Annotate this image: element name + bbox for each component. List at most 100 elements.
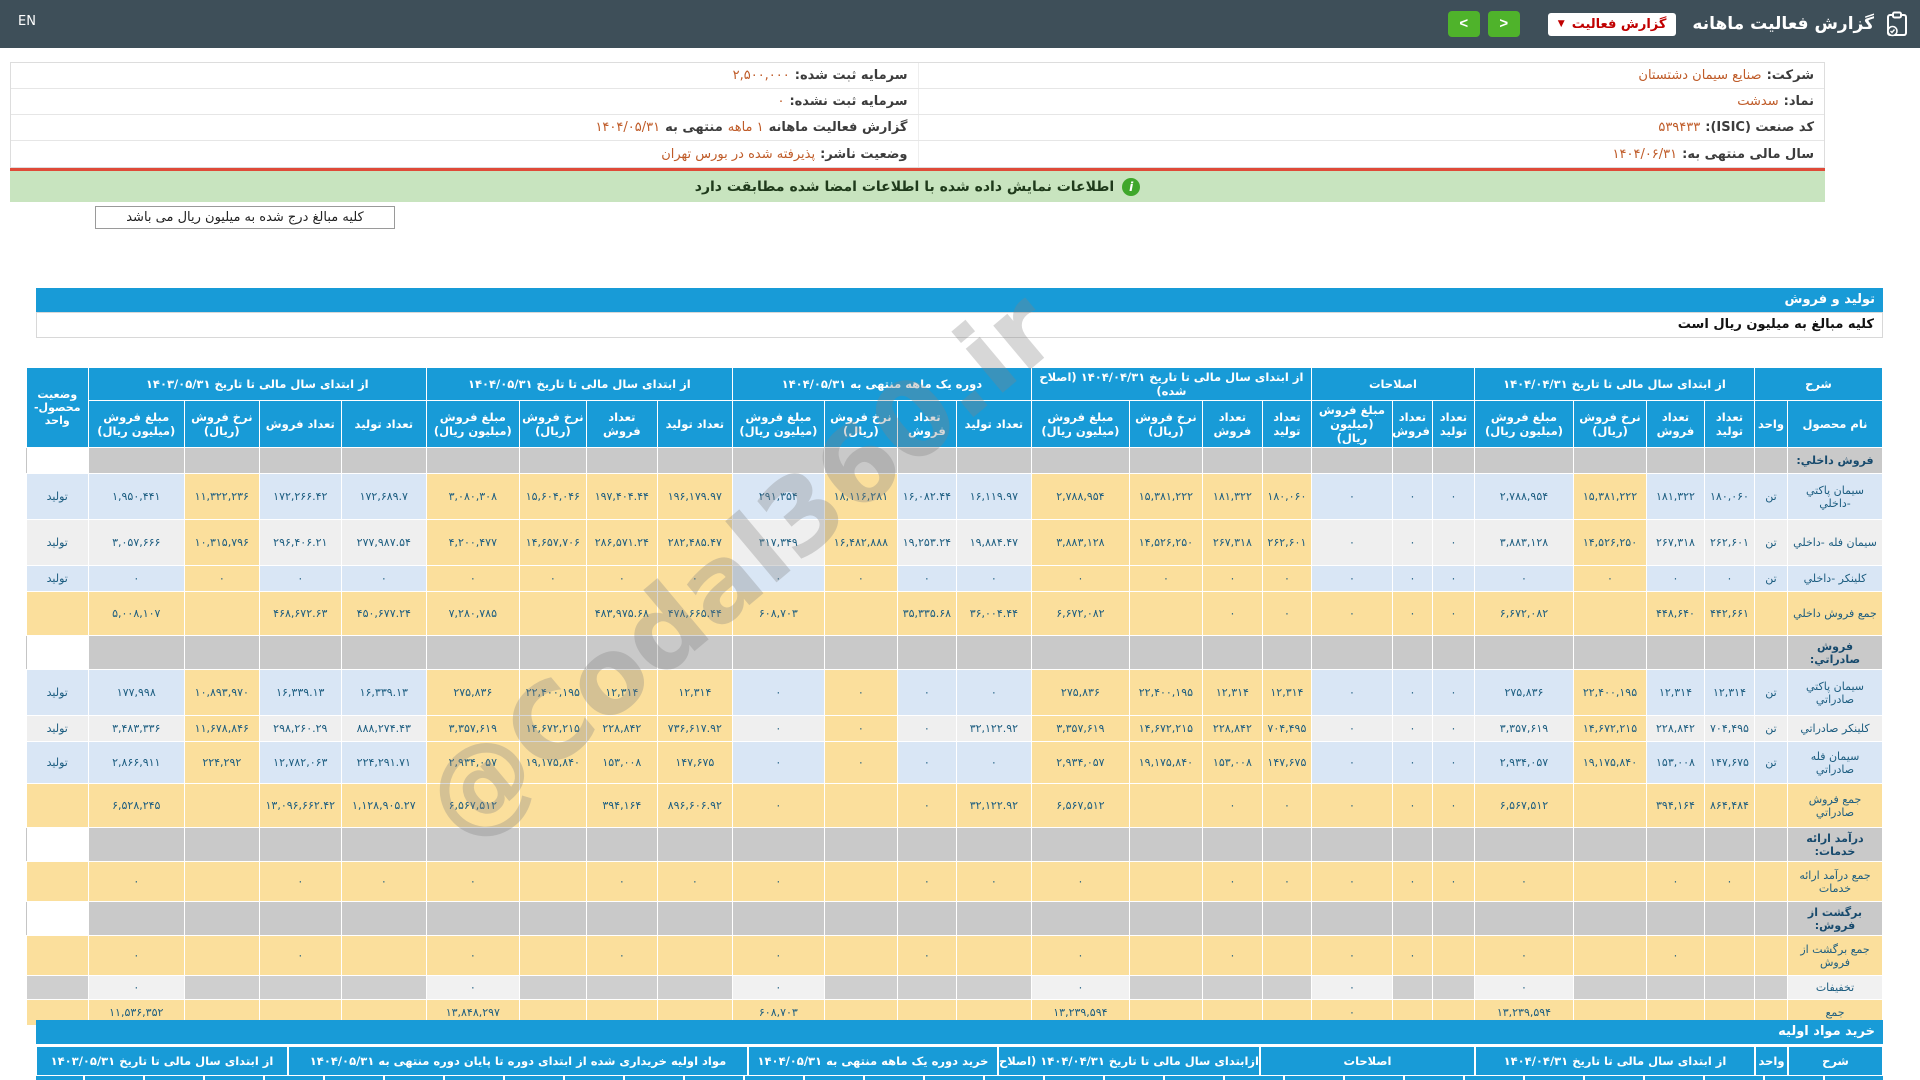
status-cell: تولید: [25, 519, 89, 566]
column-header: تعداد تولید: [656, 400, 733, 448]
value-cell: [1128, 783, 1203, 828]
value-cell: ۰: [1201, 783, 1263, 828]
value-cell: ۰: [731, 861, 825, 902]
column-header: مبلغ فروش (میلیون ریال): [731, 400, 825, 448]
value-cell: ۱۶,۰۸۲.۴۴: [896, 473, 957, 520]
report-type-dropdown[interactable]: گزارش فعالیت ▼: [1547, 12, 1677, 36]
value-cell: ۰: [1391, 861, 1433, 902]
value-cell: ۱۷۷,۹۹۸: [87, 669, 185, 716]
value-cell: ۰: [340, 861, 427, 902]
value-cell: ۰: [1645, 861, 1705, 902]
table-cell: [731, 635, 825, 670]
page-title: گزارش فعالیت ماهانه: [1692, 14, 1874, 34]
production-sales-section-header: تولید و فروش: [36, 288, 1883, 312]
table-cell: [896, 827, 957, 862]
table-cell: [518, 447, 587, 474]
group-label-cell: فروش داخلي:: [1787, 447, 1883, 474]
value-cell: ۱۹۷,۴۰۴.۴۴: [585, 473, 658, 520]
column-header: مبلغ فروش (میلیون ریال): [1310, 400, 1393, 448]
value-cell: [340, 935, 427, 976]
table-cell: [1261, 447, 1312, 474]
value-cell: ۳,۰۸۰,۳۰۸: [425, 473, 520, 520]
value-cell: ۱۹,۲۵۳.۲۴: [896, 519, 957, 566]
value-cell: ۱۱,۶۷۸,۸۴۶: [183, 715, 260, 742]
table-cell: [1128, 827, 1203, 862]
value-cell: [1645, 975, 1705, 1000]
value-cell: ۵,۰۰۸,۱۰۷: [87, 591, 185, 636]
value-cell: [1572, 591, 1647, 636]
value-cell: ۱۲,۷۸۲,۰۶۳: [258, 741, 342, 784]
info-label: منتهی به: [665, 120, 723, 135]
column-group-header: از ابتدای سال مالی تا تاریخ ۱۴۰۴/۰۴/۳۱ (…: [1030, 367, 1312, 401]
info-value: ۱۴۰۴/۰۶/۳۱: [1612, 146, 1678, 162]
value-cell: [518, 935, 587, 976]
purchase-table-subheader-clipped: [36, 1076, 1883, 1080]
value-cell: ۰: [87, 565, 185, 592]
table-cell: [1572, 901, 1647, 936]
value-cell: ۰: [87, 975, 185, 1000]
unit-cell: [1753, 975, 1789, 1000]
column-header: تعداد فروش: [258, 400, 342, 448]
value-cell: ۱۸۰,۰۶۰: [1261, 473, 1312, 520]
language-toggle[interactable]: EN: [18, 14, 36, 29]
value-cell: ۱۸۱,۳۲۲: [1645, 473, 1705, 520]
table-cell: [1261, 901, 1312, 936]
table-cell: [518, 827, 587, 862]
value-cell: ۰: [1645, 935, 1705, 976]
company-info-cell: شرکت: صنایع سیمان دشتستان: [917, 63, 1825, 88]
column-group-header: از ابتدای سال مالی تا تاریخ ۱۴۰۴/۰۵/۳۱: [425, 367, 733, 401]
status-cell: [25, 861, 89, 902]
value-cell: ۰: [731, 783, 825, 828]
column-header: تعداد تولید: [340, 400, 427, 448]
product-name-cell: جمع فروش داخلي: [1787, 591, 1883, 636]
unit-cell: تن: [1753, 741, 1789, 784]
table-cell: [425, 635, 520, 670]
value-cell: [955, 935, 1032, 976]
info-value: ۲,۵۰۰,۰۰۰: [732, 68, 790, 83]
value-cell: ۴۶۸,۶۷۲.۶۳: [258, 591, 342, 636]
value-cell: [258, 975, 342, 1000]
value-cell: ۲,۹۳۴,۰۵۷: [425, 741, 520, 784]
value-cell: ۲۷۵,۸۳۶: [425, 669, 520, 716]
column-group-header: وضعیت محصول-واحد: [25, 367, 89, 448]
value-cell: ۳۲,۱۲۲.۹۲: [955, 783, 1032, 828]
company-info-cell: کد صنعت (ISIC): ۵۳۹۴۳۳: [917, 115, 1825, 140]
value-cell: ۰: [585, 565, 658, 592]
column-header: تعداد تولید: [1431, 400, 1475, 448]
group-row: درآمد ارائه خدمات:: [26, 827, 1883, 862]
value-cell: ۰: [1310, 565, 1393, 592]
scale-note-tab[interactable]: کلیه مبالغ درج شده به میلیون ریال می باش…: [95, 206, 395, 229]
value-cell: [183, 861, 260, 902]
raw-material-purchase-section-header: خرید مواد اولیه: [36, 1020, 1883, 1044]
value-cell: ۲۲۸,۸۴۲: [1201, 715, 1263, 742]
info-label: شرکت:: [1766, 68, 1814, 83]
unit-cell: [1753, 783, 1789, 828]
value-cell: ۰: [1201, 565, 1263, 592]
production-sales-table: شرح از ابتدای سال مالی تا تاریخ ۱۴۰۴/۰۴/۳…: [25, 367, 1884, 1026]
info-icon: i: [1122, 177, 1141, 196]
prev-period-button[interactable]: <: [1447, 11, 1480, 37]
value-cell: [656, 975, 733, 1000]
value-cell: ۰: [656, 861, 733, 902]
value-cell: ۳,۸۸۳,۱۲۸: [1030, 519, 1130, 566]
column-header: نرخ فروش (ریال): [1128, 400, 1203, 448]
value-cell: [518, 975, 587, 1000]
column-group-header: دوره یک ماهه منتهی به ۱۴۰۴/۰۵/۳۱: [731, 367, 1032, 401]
column-header: تعداد فروش: [1391, 400, 1433, 448]
group-label-cell: برگشت از فروش:: [1787, 901, 1883, 936]
table-cell: [425, 447, 520, 474]
value-cell: [656, 935, 733, 976]
next-period-button[interactable]: >: [1487, 11, 1520, 37]
table-cell: [183, 635, 260, 670]
value-cell: ۰: [1703, 565, 1755, 592]
value-cell: ۰: [731, 935, 825, 976]
column-group-header: شرح: [1753, 367, 1884, 401]
info-label: سال مالی منتهی به:: [1682, 146, 1814, 162]
table-cell: [955, 901, 1032, 936]
value-cell: ۶,۵۲۸,۲۴۵: [87, 783, 185, 828]
value-cell: ۰: [1201, 861, 1263, 902]
value-cell: ۶,۵۶۷,۵۱۲: [1473, 783, 1574, 828]
value-cell: ۰: [1391, 591, 1433, 636]
value-cell: [1128, 975, 1203, 1000]
value-cell: ۱۴,۶۷۲,۲۱۵: [1128, 715, 1203, 742]
